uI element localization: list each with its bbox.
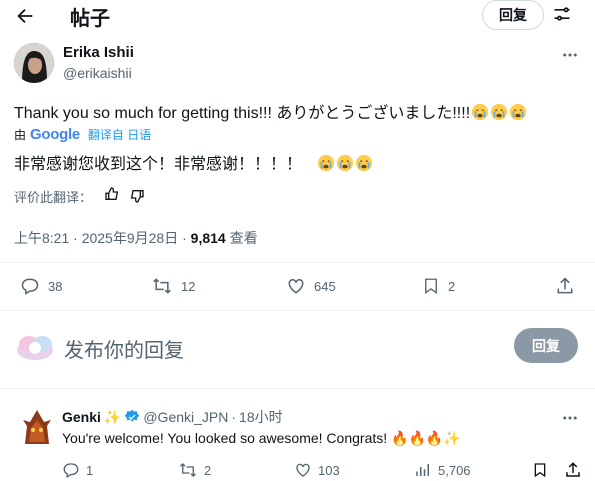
composer-avatar <box>15 330 55 362</box>
header-reply-button[interactable]: 回复 <box>482 0 544 30</box>
bookmark-icon <box>422 276 440 296</box>
reply-header: Genki ✨ @Genki_JPN · 18小时 <box>62 407 283 427</box>
translation-attribution: 由 Google 翻译自 日语 <box>14 126 152 143</box>
translated-from-link[interactable]: 翻译自 日语 <box>88 126 151 143</box>
reply-reply-count[interactable]: 1 <box>62 461 93 479</box>
reply-avatar[interactable] <box>17 406 57 446</box>
reply-icon <box>62 461 80 479</box>
share-icon[interactable] <box>555 276 575 296</box>
more-options-icon[interactable] <box>561 46 579 64</box>
rate-translation-label: 评价此翻译： <box>14 190 93 205</box>
translated-text: 非常感谢您收到这个！非常感谢！！！！ <box>14 150 373 174</box>
back-arrow-icon[interactable] <box>14 5 36 27</box>
reply-view-count[interactable]: 5,706 <box>414 461 471 479</box>
thumbs-up-icon[interactable] <box>104 186 120 202</box>
post-text: Thank you so much for getting this!!! あり… <box>14 99 527 123</box>
composer-reply-button[interactable]: 回复 <box>514 328 578 363</box>
repost-icon <box>178 461 198 479</box>
avatar[interactable] <box>14 43 54 83</box>
page-title: 帖子 <box>70 8 110 30</box>
crying-emoji <box>470 103 527 122</box>
sparkles-emoji: ✨ <box>443 430 461 446</box>
fire-emoji: 🔥🔥🔥 <box>391 430 444 446</box>
reply-more-options-icon[interactable] <box>561 409 579 427</box>
reply-count[interactable]: 38 <box>20 276 62 296</box>
thumbs-down-icon[interactable] <box>129 188 145 204</box>
google-logo: Google <box>30 126 80 143</box>
reply-icon <box>20 276 40 296</box>
reply-text: You're welcome! You looked so awesome! C… <box>62 430 461 446</box>
heart-icon <box>294 461 312 479</box>
analytics-icon <box>414 461 432 479</box>
author-handle[interactable]: @erikaishii <box>63 65 132 81</box>
crying-emoji <box>316 154 373 173</box>
reply-author-handle[interactable]: @Genki_JPN <box>143 409 228 425</box>
repost-icon <box>151 276 173 296</box>
sparkles-emoji: ✨ <box>103 408 122 425</box>
reply-like-count[interactable]: 103 <box>294 461 340 479</box>
heart-icon <box>286 276 306 296</box>
reply-input[interactable]: 发布你的回复 <box>64 334 184 363</box>
reply-bookmark-icon[interactable] <box>532 461 548 479</box>
verified-badge-icon <box>124 409 140 425</box>
reply-author-name[interactable]: Genki <box>62 409 101 425</box>
bookmark-count[interactable]: 2 <box>422 276 455 296</box>
sliders-icon[interactable] <box>552 4 572 24</box>
reply-repost-count[interactable]: 2 <box>178 461 211 479</box>
post-timestamp: 上午8:21 · 2025年9月28日 · 9,814 查看 <box>14 230 258 246</box>
reply-share-icon[interactable] <box>564 461 582 479</box>
author-name[interactable]: Erika Ishii <box>63 44 134 61</box>
repost-count[interactable]: 12 <box>151 276 195 296</box>
reply-time[interactable]: 18小时 <box>239 407 283 427</box>
like-count[interactable]: 645 <box>286 276 336 296</box>
